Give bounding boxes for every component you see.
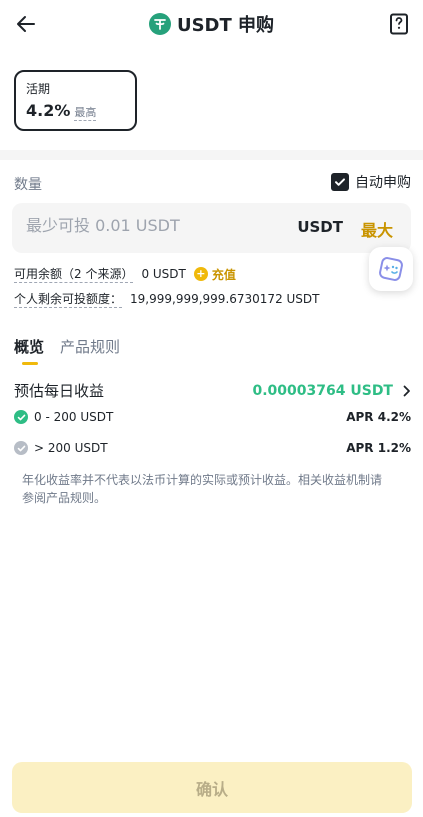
apr-tier-value: APR 4.2% bbox=[346, 410, 411, 424]
currency-label: USDT bbox=[297, 218, 343, 236]
tab-product-rules-label: 产品规则 bbox=[60, 338, 121, 356]
apr-tier-row: > 200 USDT APR 1.2% bbox=[14, 441, 411, 455]
check-circle-inactive-icon bbox=[14, 441, 28, 455]
check-circle-active-icon bbox=[14, 410, 28, 424]
title-group: USDT 申购 bbox=[0, 11, 423, 37]
usdt-logo-icon bbox=[148, 13, 171, 35]
page-title: USDT 申购 bbox=[176, 15, 275, 36]
tab-overview[interactable]: 概览 bbox=[14, 336, 45, 365]
estimated-daily-earnings-row[interactable]: 预估每日收益 0.00003764 USDT bbox=[14, 380, 411, 401]
tab-product-rules[interactable]: 产品规则 bbox=[60, 336, 120, 357]
deposit-button[interactable]: + 充值 bbox=[193, 266, 236, 283]
apr-tier-range-group: > 200 USDT bbox=[14, 441, 108, 455]
chevron-right-icon bbox=[403, 385, 410, 396]
checkbox-checked-icon[interactable] bbox=[331, 173, 349, 191]
apr-tier-row: 0 - 200 USDT APR 4.2% bbox=[14, 410, 411, 424]
apr-tier-range: 0 - 200 USDT bbox=[34, 410, 114, 424]
term-rate: 4.2% bbox=[26, 101, 71, 120]
estimated-daily-earnings-label: 预估每日收益 bbox=[14, 382, 105, 400]
ai-assistant-icon[interactable] bbox=[369, 247, 413, 291]
top-bar: USDT 申购 bbox=[0, 0, 423, 50]
apr-tier-range-group: 0 - 200 USDT bbox=[14, 410, 113, 424]
deposit-label: 充值 bbox=[211, 267, 236, 282]
max-button[interactable]: 最大 bbox=[361, 217, 393, 241]
remaining-quota-value: 19,999,999,999.6730172 USDT bbox=[130, 292, 320, 306]
confirm-button[interactable]: 确认 bbox=[12, 762, 412, 813]
available-balance-value: 0 USDT bbox=[141, 267, 186, 281]
amount-input-box: USDT 最大 bbox=[12, 203, 411, 253]
amount-input[interactable] bbox=[26, 216, 286, 235]
apr-disclaimer: 年化收益率并不代表以法币计算的实际或预计收益。相关收益机制请参阅产品规则。 bbox=[22, 473, 383, 505]
section-divider bbox=[0, 150, 423, 160]
term-rate-row: 4.2% 最高 bbox=[26, 101, 125, 121]
active-tab-indicator bbox=[22, 362, 38, 365]
help-book-icon[interactable] bbox=[389, 13, 409, 35]
available-balance-label[interactable]: 可用余额（2 个来源） bbox=[14, 265, 134, 283]
tab-bar: 概览 产品规则 bbox=[14, 336, 120, 365]
plus-coin-icon: + bbox=[193, 267, 208, 281]
term-rate-tag: 最高 bbox=[74, 106, 97, 121]
tab-overview-label: 概览 bbox=[14, 338, 45, 356]
term-card-flexible[interactable]: 活期 4.2% 最高 bbox=[14, 70, 137, 131]
apr-tier-range: > 200 USDT bbox=[34, 441, 108, 455]
estimated-daily-earnings-value: 0.00003764 USDT bbox=[252, 382, 394, 399]
apr-tier-value: APR 1.2% bbox=[346, 441, 411, 455]
remaining-quota-row: 个人剩余可投额度： 19,999,999,999.6730172 USDT bbox=[14, 290, 319, 308]
amount-label: 数量 bbox=[14, 177, 42, 193]
auto-subscribe-toggle[interactable]: 自动申购 bbox=[331, 172, 411, 192]
term-name: 活期 bbox=[26, 82, 51, 96]
estimated-daily-earnings-link[interactable]: 0.00003764 USDT bbox=[253, 383, 412, 399]
remaining-quota-label[interactable]: 个人剩余可投额度： bbox=[14, 290, 123, 308]
auto-subscribe-label: 自动申购 bbox=[355, 175, 411, 191]
available-balance-row: 可用余额（2 个来源） 0 USDT + 充值 bbox=[14, 265, 236, 283]
